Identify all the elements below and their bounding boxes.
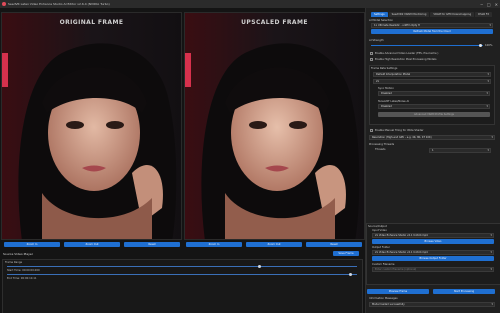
original-reset-button[interactable]: Reset [124, 242, 180, 247]
tab-vram-monitoring[interactable]: SeedVR2 VRAM Monitoring [388, 12, 430, 17]
settings-panel: Settings SeedVR2 VRAM Monitoring VRAM fo… [365, 8, 500, 313]
window-title: SeedVR Latex Video Enhance Studio AI Edi… [8, 2, 110, 6]
advanced-loader-checkbox[interactable] [370, 52, 373, 55]
output-folder-label: Output Folder [372, 246, 390, 249]
frame-rate-group: Frame Rate Settings Default Interpolatio… [369, 65, 495, 125]
tensorrt-label: TensorRT Latex/Noise AI [378, 100, 409, 103]
source-output-label: Source/Output [368, 225, 387, 228]
input-video-field[interactable]: 2x Video Enhance Studio v2.1 Unfold.mp4 [372, 233, 494, 238]
ai-model-dropdown[interactable]: 1x Ultimate Realistic - untflm Opty H [371, 23, 493, 28]
highres-checkbox[interactable] [370, 58, 373, 61]
advanced-loader-label: Enable Advanced Video Loader (FPS, Pre-C… [375, 52, 439, 55]
preview-panel: ORIGINAL FRAME UPSCALED FRAME Zoom In Zo… [0, 8, 365, 313]
frame-rate-label: Frame Rate Settings [371, 67, 398, 70]
maximize-button[interactable]: □ [487, 2, 491, 7]
ai-strength-value: 100% [485, 44, 493, 47]
browse-output-button[interactable]: Browse Output Folder [372, 256, 494, 261]
sync-motion-label: Sync Motion [378, 87, 394, 90]
custom-filename-label: Custom Filename [372, 263, 395, 266]
threads-label: Threads [375, 148, 386, 151]
tab-vram-downmapping[interactable]: VRAM for GFN Downmapping [430, 12, 475, 17]
start-time-handle[interactable] [257, 265, 261, 268]
upscaled-frame-title: UPSCALED FRAME [241, 19, 308, 26]
upscaled-reset-button[interactable]: Reset [306, 242, 362, 247]
original-frame-view[interactable]: ORIGINAL FRAME [1, 12, 182, 240]
highres-label: Enable High Resolution Pixel Processing … [375, 58, 437, 61]
original-zoom-out-button[interactable]: Zoom Out [64, 242, 120, 247]
tensorrt-dropdown[interactable]: Disabled [378, 104, 490, 109]
minimize-button[interactable]: ─ [480, 2, 482, 7]
title-bar: SeedVR Latex Video Enhance Studio AI Edi… [0, 0, 500, 8]
start-processing-button[interactable]: Start Processing [433, 289, 495, 294]
advanced-vram-button[interactable]: Advanced VRAM Profile Settings [378, 112, 490, 117]
save-frame-button[interactable]: Save Frame [333, 251, 359, 256]
preview-frame-button[interactable]: Preview Frame [367, 289, 429, 294]
ai-strength-slider[interactable] [371, 45, 483, 46]
refresh-models-button[interactable]: Refresh Model from the Cloud [371, 29, 493, 34]
tab-settings[interactable]: Settings [371, 12, 388, 17]
video-player-label: Source Video Player [3, 252, 33, 256]
end-time-label: End Time: 00:00:10.11 [7, 277, 37, 280]
input-video-label: Input Video [372, 229, 387, 232]
resolution-dropdown[interactable]: Resolution (High-end GPU - e.g. 4K, 8K, … [369, 135, 495, 140]
frame-rate-dropdown[interactable]: Default Interpolation Model [373, 72, 491, 77]
ai-strength-handle[interactable] [479, 44, 483, 47]
processing-threads-label: Processing Threads [369, 143, 395, 146]
frame-range-label: Frame Range [5, 261, 23, 264]
frame-multiplier-dropdown[interactable]: 2x [373, 79, 491, 84]
close-button[interactable]: ✕ [495, 2, 498, 7]
original-zoom-in-button[interactable]: Zoom In [4, 242, 60, 247]
start-time-slider[interactable] [7, 266, 357, 267]
start-time-label: Start Time: 00:00:00.000 [7, 269, 40, 272]
original-portrait-image [2, 13, 181, 239]
upscaled-portrait-image [185, 13, 364, 239]
end-time-slider[interactable] [7, 274, 357, 275]
threads-input[interactable]: 1 [429, 148, 491, 153]
information-messages-box: Model loaded successfully [369, 302, 495, 307]
upscaled-zoom-out-button[interactable]: Zoom Out [246, 242, 302, 247]
browse-video-button[interactable]: Browse Video [372, 239, 494, 244]
sync-motion-dropdown[interactable]: Disabled [378, 91, 490, 96]
custom-filename-input[interactable]: Enter custom filename (optional) [372, 267, 494, 272]
original-frame-title: ORIGINAL FRAME [59, 19, 124, 26]
frame-range-group: Frame Range Start Time: 00:00:00.000 End… [2, 259, 363, 313]
end-time-handle[interactable] [348, 273, 352, 276]
output-folder-field[interactable]: 2x Video Enhance Studio v2.1 Unfold.mp4 [372, 250, 494, 255]
app-logo-icon [2, 2, 6, 6]
information-messages-label: Information Messages [369, 297, 398, 300]
manual-tiling-label: Enable Manual Tiling for Wide Shader [375, 129, 424, 132]
tab-dslr-fx[interactable]: DSLR FX [475, 12, 493, 17]
source-output-group: Source/Output Input Video 2x Video Enhan… [366, 223, 500, 285]
upscaled-frame-view[interactable]: UPSCALED FRAME [184, 12, 365, 240]
ai-strength-label: AI Strength [369, 39, 384, 42]
upscaled-zoom-in-button[interactable]: Zoom In [186, 242, 242, 247]
ai-model-label: AI Model Selection [369, 19, 393, 22]
manual-tiling-checkbox[interactable] [370, 129, 373, 132]
